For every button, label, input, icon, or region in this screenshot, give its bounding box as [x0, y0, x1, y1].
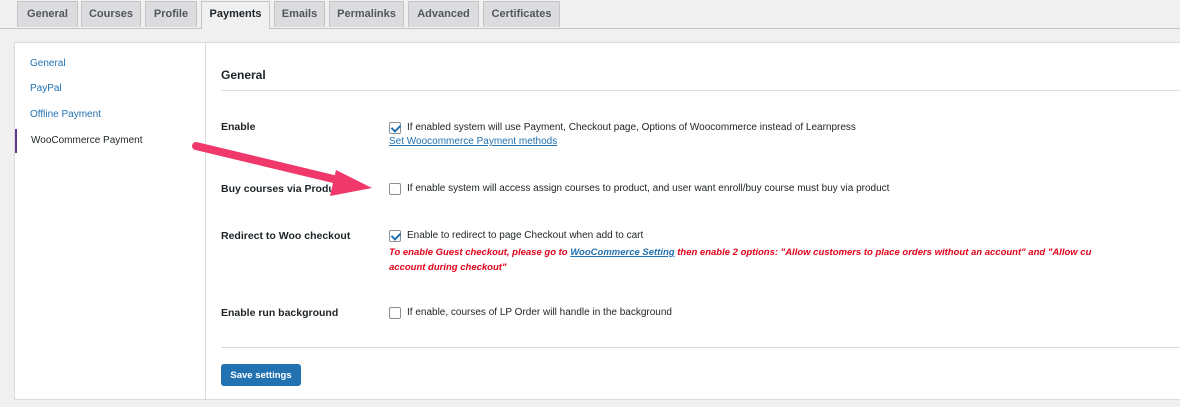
save-settings-button[interactable]: Save settings	[221, 364, 301, 386]
run-background-checkbox[interactable]	[389, 307, 401, 319]
payments-sub-nav: General PayPal Offline Payment WooCommer…	[15, 43, 206, 399]
settings-panel: General PayPal Offline Payment WooCommer…	[14, 42, 1180, 400]
section-title: General	[221, 68, 266, 82]
run-background-description: If enable, courses of LP Order will hand…	[407, 307, 672, 318]
sub-nav-paypal[interactable]: PayPal	[15, 77, 205, 101]
enable-description: If enabled system will use Payment, Chec…	[407, 122, 856, 133]
tab-emails[interactable]: Emails	[274, 1, 325, 27]
run-background-label: Enable run background	[221, 307, 339, 319]
warning-prefix: To enable Guest checkout, please go to	[389, 247, 571, 258]
tab-courses[interactable]: Courses	[81, 1, 141, 27]
woocommerce-setting-link[interactable]: WooCommerce Setting	[570, 247, 674, 258]
enable-label: Enable	[221, 121, 256, 133]
guest-checkout-warning: To enable Guest checkout, please go to W…	[389, 245, 1180, 275]
buy-via-product-checkbox[interactable]	[389, 183, 401, 195]
buy-via-product-label: Buy courses via Product	[221, 183, 345, 195]
redirect-description: Enable to redirect to page Checkout when…	[407, 230, 644, 241]
tab-permalinks[interactable]: Permalinks	[329, 1, 404, 27]
tab-general[interactable]: General	[17, 1, 78, 27]
sub-nav-woocommerce-payment[interactable]: WooCommerce Payment	[15, 129, 205, 153]
settings-tab-bar: General Courses Profile Payments Emails …	[0, 0, 1180, 29]
enable-checkbox[interactable]	[389, 122, 401, 134]
redirect-label: Redirect to Woo checkout	[221, 230, 351, 242]
buy-via-product-description: If enable system will access assign cour…	[407, 183, 890, 194]
warning-line-2: account during checkout"	[389, 262, 507, 273]
redirect-checkbox[interactable]	[389, 230, 401, 242]
section-divider	[221, 90, 1180, 91]
sub-nav-offline-payment[interactable]: Offline Payment	[15, 103, 205, 127]
footer-divider	[221, 347, 1180, 348]
tab-payments[interactable]: Payments	[201, 1, 270, 29]
tab-certificates[interactable]: Certificates	[483, 1, 560, 27]
tab-advanced[interactable]: Advanced	[408, 1, 479, 27]
set-woocommerce-payment-methods-link[interactable]: Set Woocommerce Payment methods	[389, 136, 557, 147]
tab-profile[interactable]: Profile	[145, 1, 197, 27]
sub-nav-general[interactable]: General	[15, 52, 205, 76]
warning-suffix: then enable 2 options: "Allow customers …	[674, 247, 1092, 258]
